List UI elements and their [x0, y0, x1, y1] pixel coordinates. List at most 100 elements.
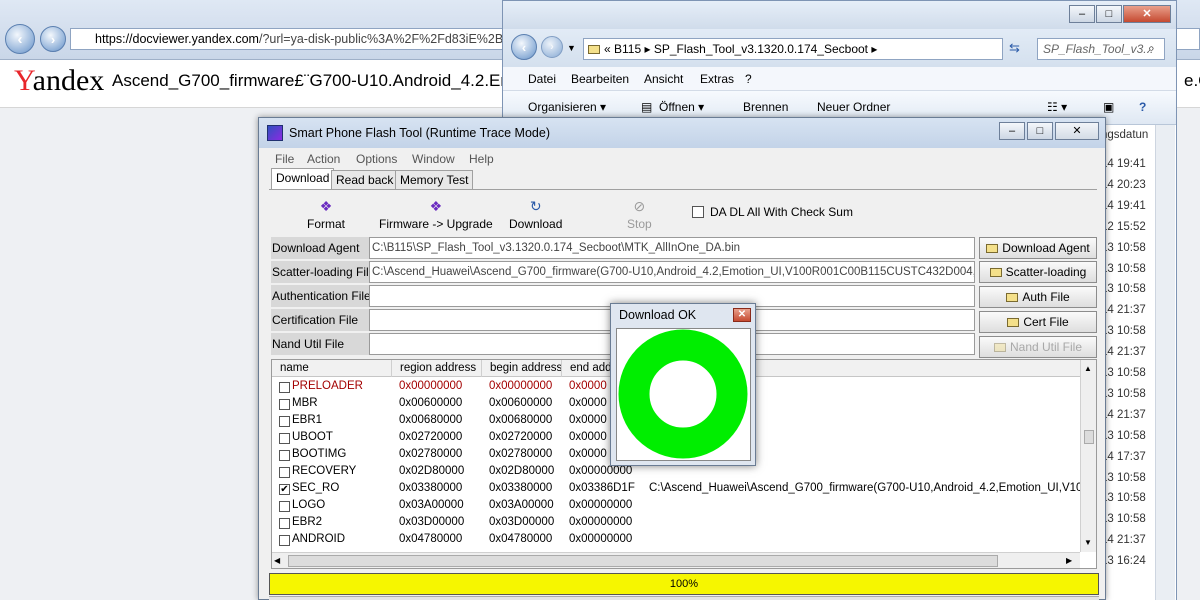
file-modified-date: 13 10:58	[1101, 241, 1146, 254]
back-arrow-icon[interactable]: ‹	[5, 24, 35, 54]
partition-row[interactable]: LOGO 0x03A00000 0x03A00000 0x00000000	[272, 498, 1080, 515]
close-icon[interactable]: ✕	[1123, 5, 1171, 23]
partition-checkbox[interactable]	[279, 382, 290, 393]
firmware-upgrade-button[interactable]: ❖ Firmware -> Upgrade	[379, 198, 493, 231]
history-dropdown-icon[interactable]: ▼	[567, 43, 576, 53]
begin-address: 0x00680000	[489, 414, 553, 426]
file-modified-date: 14 19:41	[1101, 199, 1146, 212]
vscroll-thumb[interactable]	[1084, 430, 1094, 444]
scroll-up-icon[interactable]: ▲	[1084, 364, 1092, 373]
partition-name: EBR1	[292, 414, 323, 426]
partition-row[interactable]: ANDROID 0x04780000 0x04780000 0x00000000	[272, 532, 1080, 549]
view-options-icon[interactable]: ☷ ▾	[1047, 100, 1067, 114]
nand-util-button[interactable]: Nand Util File	[979, 336, 1097, 358]
partition-checkbox[interactable]	[279, 467, 290, 478]
download-ok-dialog: Download OK ✕	[610, 303, 756, 466]
minimize-icon[interactable]: –	[1069, 5, 1095, 23]
column-header-date[interactable]: ngsdatun	[1101, 129, 1153, 141]
menu-options[interactable]: Options	[356, 152, 397, 166]
partition-row[interactable]: ✔ SEC_RO 0x03380000 0x03380000 0x03386D1F C:\…	[272, 481, 1096, 498]
explorer-scrollbar[interactable]	[1155, 125, 1175, 600]
open-button[interactable]: Öffnen ▾	[659, 100, 704, 114]
partition-checkbox[interactable]: ✔	[279, 484, 290, 495]
maximize-icon[interactable]: □	[1027, 122, 1053, 140]
partition-row[interactable]: RECOVERY 0x02D80000 0x02D80000 0x00000000	[272, 464, 1080, 481]
column-header-begin[interactable]: begin address	[482, 360, 562, 377]
scatter-loading-button-label: Scatter-loading	[1005, 265, 1087, 279]
download-button[interactable]: ↻ Download	[509, 198, 562, 231]
partition-checkbox[interactable]	[279, 535, 290, 546]
auth-file-button[interactable]: Auth File	[979, 286, 1097, 308]
scroll-left-icon[interactable]: ◀	[274, 556, 280, 565]
file-modified-date: 12 15:52	[1101, 220, 1146, 233]
begin-address: 0x00000000	[489, 380, 553, 392]
scroll-down-icon[interactable]: ▼	[1084, 538, 1092, 547]
yandex-logo[interactable]: Yandex	[14, 64, 104, 98]
download-agent-path[interactable]: C:\B115\SP_Flash_Tool_v3.1320.0.174_Secb…	[369, 237, 975, 259]
explorer-search-input[interactable]: SP_Flash_Tool_v3...	[1037, 38, 1165, 60]
document-title-tail: e.C	[1184, 71, 1200, 90]
column-header-region[interactable]: region address	[392, 360, 482, 377]
menu-action[interactable]: Action	[307, 152, 340, 166]
partition-name: LOGO	[292, 499, 326, 511]
file-modified-date: 13 10:58	[1101, 513, 1146, 526]
tab-download[interactable]: Download	[271, 168, 335, 190]
partition-checkbox[interactable]	[279, 450, 290, 461]
partition-checkbox[interactable]	[279, 518, 290, 529]
hscroll-thumb[interactable]	[288, 555, 998, 567]
scroll-right-icon[interactable]: ▶	[1066, 556, 1072, 565]
minimize-icon[interactable]: –	[999, 122, 1025, 140]
partition-checkbox[interactable]	[279, 416, 290, 427]
region-address: 0x03A00000	[399, 499, 464, 511]
search-icon[interactable]: ⌕	[1148, 41, 1155, 56]
region-address: 0x00600000	[399, 397, 463, 409]
region-address: 0x03380000	[399, 482, 463, 494]
menu-help[interactable]: ?	[745, 72, 752, 86]
forward-arrow-icon[interactable]: ›	[40, 26, 66, 52]
folder-icon	[588, 45, 600, 54]
menu-datei[interactable]: Datei	[528, 72, 556, 86]
close-icon[interactable]: ✕	[1055, 122, 1099, 140]
tab-memory-test[interactable]: Memory Test	[395, 170, 474, 190]
forward-arrow-icon[interactable]: ›	[541, 36, 563, 58]
preview-pane-icon[interactable]: ▣	[1103, 100, 1114, 114]
partition-checkbox[interactable]	[279, 399, 290, 410]
partition-checkbox[interactable]	[279, 501, 290, 512]
file-modified-date: 13 10:58	[1101, 262, 1146, 275]
burn-button[interactable]: Brennen	[743, 100, 788, 114]
back-arrow-icon[interactable]: ‹	[511, 34, 537, 60]
menu-window[interactable]: Window	[412, 152, 455, 166]
window-title: Smart Phone Flash Tool (Runtime Trace Mo…	[289, 126, 550, 140]
partition-checkbox[interactable]	[279, 433, 290, 444]
file-modified-date: 14 19:41	[1101, 158, 1146, 170]
refresh-icon[interactable]: ⇆	[1009, 40, 1020, 56]
close-icon[interactable]: ✕	[733, 308, 751, 322]
menu-file[interactable]: File	[275, 152, 294, 166]
partition-table-hscroll[interactable]: ◀ ▶	[272, 552, 1080, 568]
column-header-name[interactable]: name	[272, 360, 392, 377]
format-button[interactable]: ❖ Format	[307, 198, 345, 231]
file-modified-date: 14 21:37	[1101, 304, 1146, 317]
tab-read-back[interactable]: Read back	[331, 170, 399, 190]
firmware-upgrade-icon: ❖	[429, 198, 443, 214]
stop-button[interactable]: ⊘ Stop	[627, 198, 652, 231]
organize-button[interactable]: Organisieren ▾	[528, 100, 606, 114]
partition-table-vscroll[interactable]: ▲ ▼	[1080, 360, 1096, 552]
menu-help[interactable]: Help	[469, 152, 494, 166]
checksum-checkbox[interactable]	[692, 206, 704, 218]
scatter-loading-button[interactable]: Scatter-loading	[979, 261, 1097, 283]
partition-row[interactable]: EBR2 0x03D00000 0x03D00000 0x00000000	[272, 515, 1080, 532]
explorer-titlebar: – □ ✕	[503, 1, 1176, 29]
menu-ansicht[interactable]: Ansicht	[644, 72, 683, 86]
new-folder-button[interactable]: Neuer Ordner	[817, 100, 890, 114]
cert-file-button[interactable]: Cert File	[979, 311, 1097, 333]
scatter-file-path[interactable]: C:\Ascend_Huawei\Ascend_G700_firmware(G7…	[369, 261, 975, 283]
cert-file-button-label: Cert File	[1023, 315, 1069, 329]
download-agent-button[interactable]: Download Agent	[979, 237, 1097, 259]
explorer-address-bar[interactable]: « B115 ▸ SP_Flash_Tool_v3.1320.0.174_Sec…	[583, 38, 1003, 60]
download-agent-label: Download Agent	[271, 237, 369, 259]
menu-extras[interactable]: Extras	[700, 72, 734, 86]
help-icon[interactable]: ?	[1139, 100, 1146, 114]
menu-bearbeiten[interactable]: Bearbeiten	[571, 72, 629, 86]
maximize-icon[interactable]: □	[1096, 5, 1122, 23]
